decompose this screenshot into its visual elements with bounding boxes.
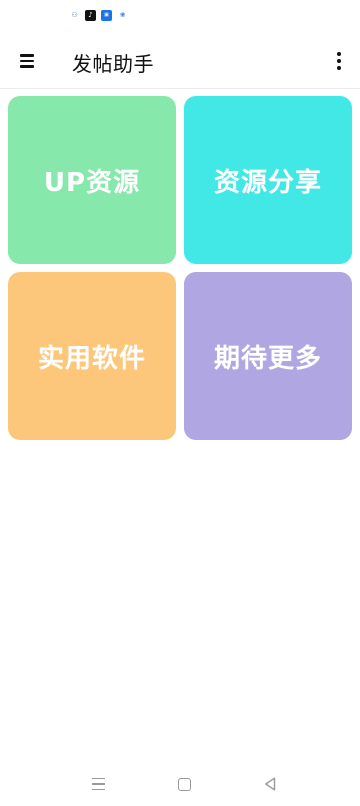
baidu-icon: ❀ [119,11,126,19]
app-bar: 发帖助手 [0,32,360,88]
more-vertical-icon[interactable] [336,52,342,70]
status-bar: ⚇ ♪ ▣ ❀ [0,0,360,32]
hamburger-menu-icon[interactable] [20,54,36,68]
notification-icons: ⚇ ♪ ▣ ❀ [69,10,128,21]
tile-grid: UP资源 资源分享 实用软件 期待更多 [8,96,352,440]
app-screen: ⚇ ♪ ▣ ❀ 发帖助手 UP资源 资源分享 实用软件 期待更多 [0,0,360,806]
tile-resource-share[interactable]: 资源分享 [184,96,352,264]
douyin-icon: ♪ [85,10,96,21]
app-bar-divider [0,88,360,89]
page-title: 发帖助手 [72,52,154,76]
app-icon-1: ⚇ [71,11,78,19]
app-icon-3: ▣ [101,10,112,21]
system-nav-bar [0,762,360,806]
tile-useful-software[interactable]: 实用软件 [8,272,176,440]
tile-up-resources[interactable]: UP资源 [8,96,176,264]
home-icon[interactable] [176,776,192,792]
recent-apps-icon[interactable] [90,778,106,790]
tile-more-coming[interactable]: 期待更多 [184,272,352,440]
back-icon[interactable] [262,776,278,792]
